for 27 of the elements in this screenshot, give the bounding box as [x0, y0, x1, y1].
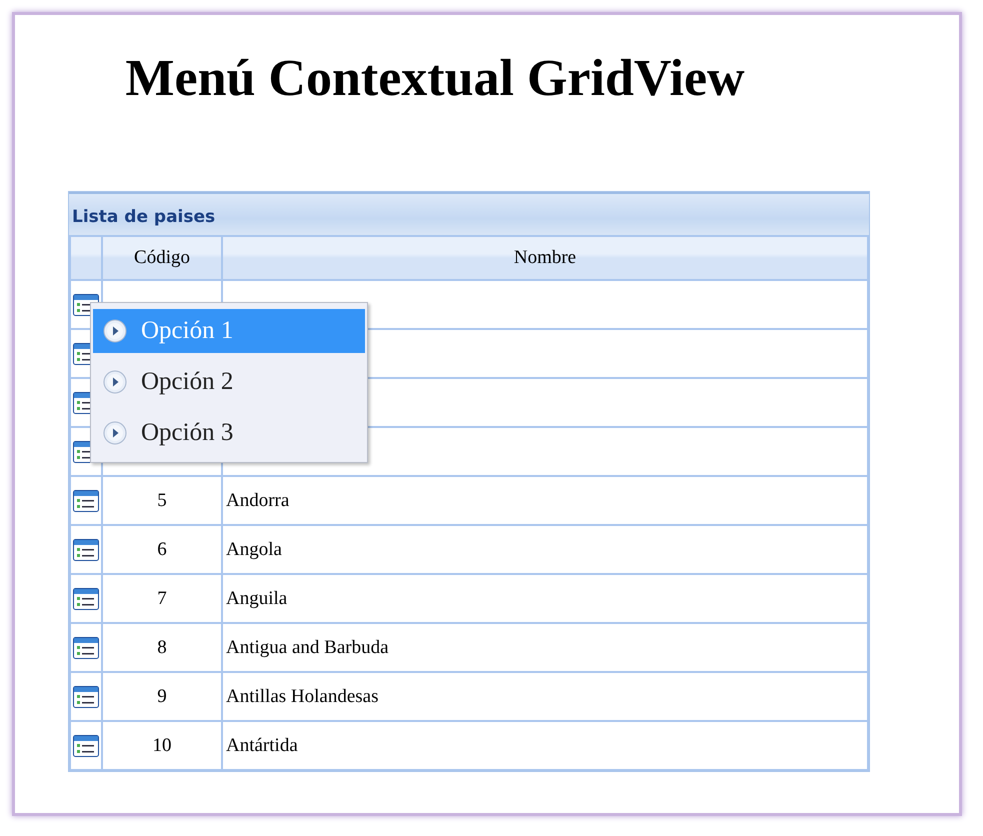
- code-text: 5: [157, 490, 167, 510]
- code-text: 9: [157, 686, 167, 706]
- code-text: 8: [157, 636, 167, 658]
- list-icon[interactable]: [73, 636, 99, 658]
- list-icon[interactable]: [73, 686, 99, 708]
- play-circle-icon: [103, 421, 127, 445]
- country-name: Andorra: [226, 490, 290, 510]
- code-text: 7: [157, 588, 167, 608]
- code-text: 10: [152, 734, 172, 756]
- country-name: Antártida: [226, 734, 298, 756]
- list-icon[interactable]: [73, 538, 99, 560]
- list-icon[interactable]: [73, 490, 99, 512]
- country-name: Antigua and Barbuda: [226, 636, 389, 658]
- menu-item[interactable]: Opción 2: [93, 360, 365, 404]
- list-icon[interactable]: [73, 588, 99, 610]
- play-circle-icon: [103, 370, 127, 394]
- code-text: 6: [157, 538, 167, 560]
- page-title: Menú Contextual GridView: [124, 49, 746, 109]
- grid-caption: Lista de paises: [69, 192, 869, 235]
- country-name: Antillas Holandesas: [226, 686, 379, 706]
- country-name: Angola: [226, 538, 282, 560]
- column-header: Código: [102, 236, 222, 280]
- menu-item[interactable]: Opción 3: [93, 411, 365, 455]
- list-icon[interactable]: [73, 734, 99, 756]
- play-circle-icon: [103, 319, 127, 343]
- column-header: Nombre: [222, 236, 868, 280]
- country-name: Anguila: [226, 588, 288, 608]
